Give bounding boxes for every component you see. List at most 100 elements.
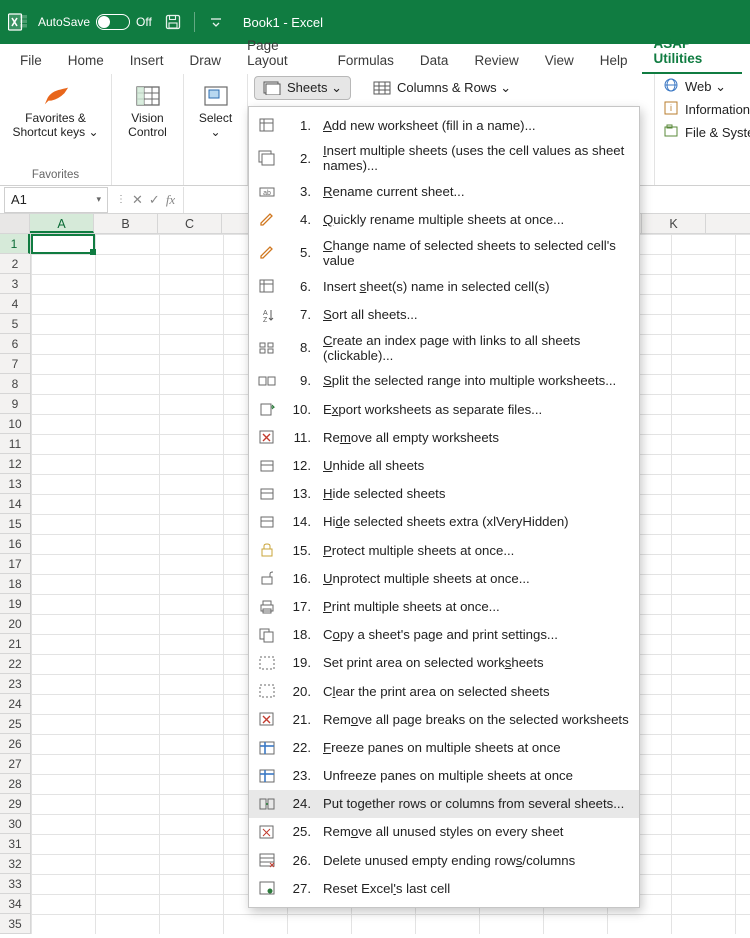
menu-item-22[interactable]: 22.Freeze panes on multiple sheets at on… — [249, 733, 639, 761]
row-header[interactable]: 32 — [0, 854, 30, 874]
row-header[interactable]: 2 — [0, 254, 30, 274]
row-header[interactable]: 5 — [0, 314, 30, 334]
row-header[interactable]: 15 — [0, 514, 30, 534]
row-header[interactable]: 26 — [0, 734, 30, 754]
tab-file[interactable]: File — [8, 47, 54, 74]
tab-page-layout[interactable]: Page Layout — [235, 32, 324, 74]
web-dropdown[interactable]: Web ⌄ — [663, 78, 742, 95]
tab-help[interactable]: Help — [588, 47, 640, 74]
row-header[interactable]: 20 — [0, 614, 30, 634]
enter-icon[interactable]: ✓ — [149, 192, 160, 208]
row-header[interactable]: 17 — [0, 554, 30, 574]
autosave-toggle[interactable]: AutoSave Off — [38, 14, 152, 30]
column-header[interactable]: B — [94, 214, 158, 233]
columns-rows-label: Columns & Rows ⌄ — [397, 80, 511, 96]
formula-dropdown-icon[interactable]: ⋮ — [116, 194, 126, 205]
row-header[interactable]: 23 — [0, 674, 30, 694]
row-header[interactable]: 34 — [0, 894, 30, 914]
row-header[interactable]: 9 — [0, 394, 30, 414]
menu-item-21[interactable]: 21.Remove all page breaks on the selecte… — [249, 705, 639, 733]
row-header[interactable]: 1 — [0, 234, 30, 254]
row-header[interactable]: 24 — [0, 694, 30, 714]
row-header[interactable]: 12 — [0, 454, 30, 474]
menu-item-15[interactable]: 15.Protect multiple sheets at once... — [249, 536, 639, 564]
autosave-state: Off — [136, 15, 152, 29]
row-header[interactable]: 31 — [0, 834, 30, 854]
menu-item-2[interactable]: 2.Insert multiple sheets (uses the cell … — [249, 139, 639, 177]
row-header[interactable]: 25 — [0, 714, 30, 734]
menu-item-17[interactable]: 17.Print multiple sheets at once... — [249, 592, 639, 620]
menu-num: 10. — [289, 402, 311, 417]
tab-home[interactable]: Home — [56, 47, 116, 74]
row-header[interactable]: 21 — [0, 634, 30, 654]
menu-item-12[interactable]: 12.Unhide all sheets — [249, 452, 639, 480]
select-button[interactable]: Select ⌄ — [171, 78, 261, 140]
menu-item-4[interactable]: 4.Quickly rename multiple sheets at once… — [249, 206, 639, 234]
column-header[interactable]: C — [158, 214, 222, 233]
menu-item-25[interactable]: 25.Remove all unused styles on every she… — [249, 818, 639, 846]
name-box[interactable]: A1 ▾ — [4, 187, 108, 213]
row-header[interactable]: 30 — [0, 814, 30, 834]
column-header[interactable]: K — [642, 214, 706, 233]
cancel-icon[interactable]: ✕ — [132, 192, 143, 208]
row-header[interactable]: 22 — [0, 654, 30, 674]
menu-item-5[interactable]: 5.Change name of selected sheets to sele… — [249, 234, 639, 272]
menu-item-6[interactable]: 6.Insert sheet(s) name in selected cell(… — [249, 272, 639, 300]
menu-item-1[interactable]: 1.Add new worksheet (fill in a name)... — [249, 111, 639, 139]
select-all-corner[interactable] — [0, 214, 30, 233]
tab-formulas[interactable]: Formulas — [326, 47, 406, 74]
row-header[interactable]: 11 — [0, 434, 30, 454]
information-dropdown[interactable]: i Information ⌄ — [663, 101, 742, 118]
fx-icon[interactable]: fx — [166, 192, 175, 208]
row-header[interactable]: 14 — [0, 494, 30, 514]
favorites-shortcut-keys-button[interactable]: Favorites & Shortcut keys ⌄ — [11, 78, 101, 140]
column-header[interactable]: A — [30, 214, 94, 233]
columns-rows-dropdown[interactable]: Columns & Rows ⌄ — [365, 76, 519, 100]
row-header[interactable]: 8 — [0, 374, 30, 394]
row-header[interactable]: 3 — [0, 274, 30, 294]
row-header[interactable]: 29 — [0, 794, 30, 814]
menu-item-11[interactable]: 11.Remove all empty worksheets — [249, 423, 639, 451]
save-icon[interactable] — [162, 11, 184, 33]
row-header[interactable]: 33 — [0, 874, 30, 894]
menu-item-19[interactable]: 19.Set print area on selected worksheets — [249, 649, 639, 677]
menu-icon — [257, 626, 277, 644]
menu-item-16[interactable]: 16.Unprotect multiple sheets at once... — [249, 564, 639, 592]
row-header[interactable]: 27 — [0, 754, 30, 774]
row-header[interactable]: 13 — [0, 474, 30, 494]
file-system-button[interactable]: File & System — [663, 124, 742, 141]
menu-item-20[interactable]: 20.Clear the print area on selected shee… — [249, 677, 639, 705]
row-header[interactable]: 6 — [0, 334, 30, 354]
menu-item-26[interactable]: 26.Delete unused empty ending rows/colum… — [249, 846, 639, 874]
tab-data[interactable]: Data — [408, 47, 461, 74]
menu-item-18[interactable]: 18.Copy a sheet's page and print setting… — [249, 621, 639, 649]
menu-item-24[interactable]: 24.Put together rows or columns from sev… — [249, 790, 639, 818]
row-header[interactable]: 28 — [0, 774, 30, 794]
customize-qat-icon[interactable] — [205, 11, 227, 33]
menu-item-23[interactable]: 23.Unfreeze panes on multiple sheets at … — [249, 762, 639, 790]
menu-item-7[interactable]: AZ7.Sort all sheets... — [249, 300, 639, 328]
row-header[interactable]: 35 — [0, 914, 30, 934]
tab-review[interactable]: Review — [462, 47, 530, 74]
tab-view[interactable]: View — [533, 47, 586, 74]
menu-item-27[interactable]: 27.Reset Excel's last cell — [249, 874, 639, 902]
menu-item-14[interactable]: 14.Hide selected sheets extra (xlVeryHid… — [249, 508, 639, 536]
menu-item-10[interactable]: 10.Export worksheets as separate files..… — [249, 395, 639, 423]
row-header[interactable]: 10 — [0, 414, 30, 434]
row-header[interactable]: 18 — [0, 574, 30, 594]
menu-item-8[interactable]: 8.Create an index page with links to all… — [249, 329, 639, 367]
row-header[interactable]: 16 — [0, 534, 30, 554]
row-header[interactable]: 4 — [0, 294, 30, 314]
sheets-dropdown[interactable]: Sheets ⌄ — [254, 76, 351, 100]
selected-cell[interactable] — [31, 234, 95, 254]
row-header[interactable]: 7 — [0, 354, 30, 374]
tab-asap-utilities[interactable]: ASAP Utilities — [642, 30, 742, 74]
info-label: Information ⌄ — [685, 102, 750, 118]
menu-item-3[interactable]: ab3.Rename current sheet... — [249, 178, 639, 206]
tab-insert[interactable]: Insert — [118, 47, 176, 74]
tab-draw[interactable]: Draw — [178, 47, 234, 74]
menu-item-9[interactable]: 9.Split the selected range into multiple… — [249, 367, 639, 395]
menu-item-13[interactable]: 13.Hide selected sheets — [249, 480, 639, 508]
row-header[interactable]: 19 — [0, 594, 30, 614]
ribbon-group-favorites: Favorites & Shortcut keys ⌄ Favorites — [0, 74, 112, 185]
